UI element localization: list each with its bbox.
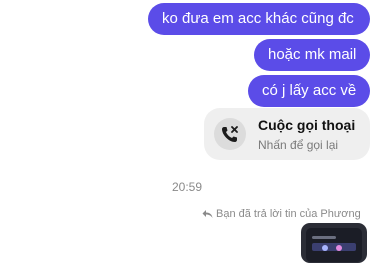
reply-note: Bạn đã trả lời tin của Phương [196, 208, 366, 222]
message-bubble[interactable]: ko đưa em acc khác cũng đc [148, 3, 370, 35]
missed-call-icon [214, 118, 246, 150]
message-text: hoặc mk mail [268, 46, 357, 63]
message-bubble[interactable]: có j lấy acc về [248, 75, 370, 107]
shared-screenshot-thumbnail[interactable] [301, 223, 367, 263]
message-bubble[interactable]: hoặc mk mail [254, 39, 370, 71]
message-text: ko đưa em acc khác cũng đc [162, 10, 354, 27]
reply-arrow-icon [202, 210, 213, 218]
call-subtitle: Nhấn để gọi lại [258, 138, 339, 152]
reply-note-text: Bạn đã trả lời tin của Phương [216, 208, 361, 220]
voice-call-card[interactable]: Cuộc gọi thoại Nhấn để gọi lại [204, 108, 370, 160]
call-title: Cuộc gọi thoại [258, 117, 356, 133]
message-timestamp: 20:59 [171, 180, 203, 194]
message-text: có j lấy acc về [262, 82, 357, 99]
